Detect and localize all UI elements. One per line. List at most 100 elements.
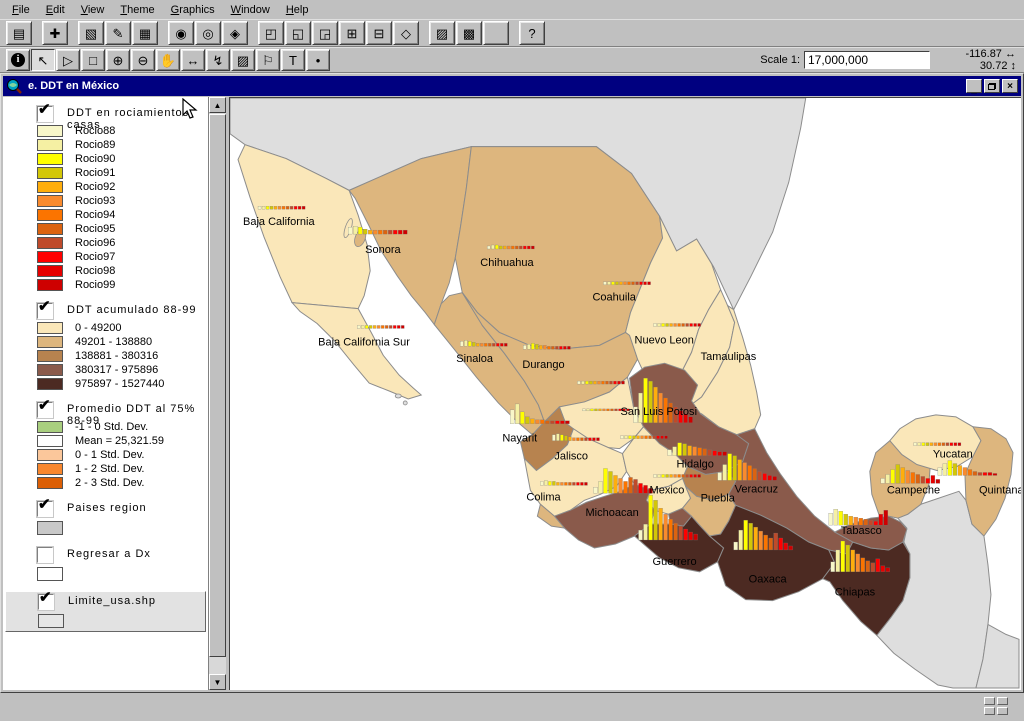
theme-checkbox-4[interactable] [37,547,53,563]
theme-properties-icon[interactable]: ▧ [78,21,104,45]
select-area-tool-icon[interactable]: ▨ [231,49,255,71]
resize-grip[interactable] [984,697,1010,717]
theme-checkbox-5[interactable]: ✔ [38,594,54,610]
chart-bar [266,206,269,209]
zoom-in-fixed-icon[interactable]: ⊞ [339,21,365,45]
zoom-previous-icon[interactable]: ◇ [393,21,419,45]
locate-icon[interactable]: ◎ [195,21,221,45]
chart-bar [535,344,538,349]
chart-bar [605,381,608,384]
save-project-icon[interactable]: ▤ [6,21,32,45]
map-label-jalisco: Jalisco [554,451,588,463]
chart-bar [901,468,905,484]
chart-bar [683,444,687,456]
menu-graphics[interactable]: Graphics [163,2,223,18]
legend-item-label: Rocio89 [75,139,115,151]
legend-scrollbar[interactable]: ▲ ▼ [209,97,226,690]
map-label-baja-california: Baja California [243,216,316,228]
clear-selection-icon[interactable]: ▩ [456,21,482,45]
scroll-up-button[interactable]: ▲ [209,97,226,113]
legend-theme-4[interactable]: Regresar a Dx [5,545,206,584]
chart-bar [278,206,281,209]
chart-bar [580,482,583,485]
scroll-thumb[interactable] [209,114,226,657]
legend-swatch [37,322,63,334]
chart-bar [668,450,672,456]
zoom-out-fixed-icon[interactable]: ⊟ [366,21,392,45]
open-theme-table-icon[interactable]: ▦ [132,21,158,45]
chart-bar [559,346,562,349]
chart-bar [507,246,510,249]
chart-bar [460,341,463,346]
vertex-edit-tool-icon[interactable]: ▷ [56,49,80,71]
legend-item-label: Rocio92 [75,181,115,193]
chart-bar [294,206,297,209]
label-tool-icon[interactable]: ⚐ [256,49,280,71]
chart-bar [568,482,571,485]
map-label-veracruz: Veracruz [735,483,778,495]
find-icon[interactable]: ◉ [168,21,194,45]
legend-theme-5[interactable]: ✔Limite_usa.shp [5,591,206,632]
text-tool-icon[interactable]: T [281,49,305,71]
legend-theme-1[interactable]: ✔DDT acumulado 88-990 - 4920049201 - 138… [5,301,206,393]
chart-bar [773,476,777,480]
coordinate-readout: -116.87 ↔ 30.72 ↕ [944,48,1016,72]
zoom-selected-icon[interactable]: ◲ [312,21,338,45]
legend-item-label: 0 - 1 Std. Dev. [75,449,145,461]
blank-icon[interactable] [483,21,509,45]
scale-input[interactable] [804,51,930,69]
query-builder-icon[interactable]: ◈ [222,21,248,45]
theme-checkbox-3[interactable]: ✔ [37,501,53,517]
minimize-button[interactable]: _ [966,79,982,93]
menu-help[interactable]: Help [278,2,317,18]
theme-checkbox-1[interactable]: ✔ [37,303,53,319]
window-content: ✔DDT en rociamientos casasRocio88Rocio89… [3,97,1021,690]
restore-button[interactable] [984,79,1000,93]
theme-checkbox-2[interactable]: ✔ [37,402,53,418]
chart-bar [694,474,697,477]
map-label-durango: Durango [522,359,564,371]
zoom-in-tool-icon[interactable]: ⊕ [106,49,130,71]
chart-bar [993,473,997,475]
help-pointer-icon[interactable]: ? [519,21,545,45]
pointer-tool-icon[interactable]: ↖ [31,49,55,71]
add-theme-icon[interactable]: ✚ [42,21,68,45]
pan-tool-icon[interactable]: ✋ [156,49,180,71]
chart-bar [876,559,880,572]
chart-bar [666,474,669,477]
chart-bar [846,545,850,572]
menu-file[interactable]: File [4,2,38,18]
zoom-out-tool-icon[interactable]: ⊖ [131,49,155,71]
theme-checkbox-0[interactable]: ✔ [37,106,53,122]
legend-item-label: Rocio96 [75,237,115,249]
identify-tool-icon[interactable]: i [6,49,30,71]
chart-bar [891,469,895,483]
menu-theme[interactable]: Theme [112,2,162,18]
scroll-down-button[interactable]: ▼ [209,674,226,690]
map-area[interactable]: Baja CaliforniaSonoraBaja California Sur… [229,97,1021,690]
chart-bar [988,472,992,475]
legend-theme-0[interactable]: ✔DDT en rociamientos casasRocio88Rocio89… [5,104,206,294]
select-feature-tool-icon[interactable]: □ [81,49,105,71]
legend-theme-3[interactable]: ✔Paises region [5,499,206,538]
measure-tool-icon[interactable]: ↔ [181,49,205,71]
window-title-bar[interactable]: e. DDT en México _ × [3,76,1021,96]
chart-bar [550,421,554,424]
edit-legend-icon[interactable]: ✎ [105,21,131,45]
menu-edit[interactable]: Edit [38,2,73,18]
draw-point-tool-icon[interactable]: • [306,49,330,71]
hotlink-tool-icon[interactable]: ↯ [206,49,230,71]
menu-window[interactable]: Window [223,2,278,18]
coordinate-x: -116.87 ↔ [944,48,1016,60]
close-button[interactable]: × [1002,79,1018,93]
zoom-active-theme-icon[interactable]: ◱ [285,21,311,45]
map-canvas[interactable]: Baja CaliforniaSonoraBaja California Sur… [230,98,1021,690]
chart-bar [589,381,592,384]
zoom-full-extent-icon[interactable]: ◰ [258,21,284,45]
legend-theme-2[interactable]: ✔Promedio DDT al 75% 88-99-1 - 0 Std. De… [5,400,206,492]
chart-bar [657,436,660,439]
chart-bar [836,550,840,572]
menu-view[interactable]: View [73,2,113,18]
select-features-icon[interactable]: ▨ [429,21,455,45]
chart-bar [357,325,360,328]
